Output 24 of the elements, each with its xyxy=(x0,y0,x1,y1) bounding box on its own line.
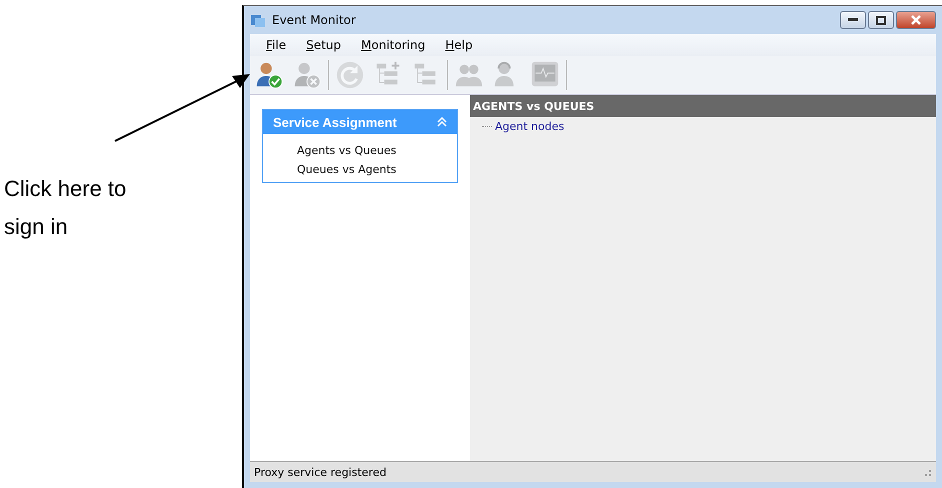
maximize-icon xyxy=(876,16,886,24)
close-button[interactable] xyxy=(896,11,936,29)
app-icon xyxy=(250,12,266,28)
user-check-icon xyxy=(254,60,284,90)
section-title: Service Assignment xyxy=(273,114,397,130)
nav-link[interactable]: Agents vs Queues xyxy=(297,144,457,157)
menu-item[interactable]: Setup xyxy=(298,38,350,52)
window-title: Event Monitor xyxy=(272,13,356,27)
tree-node[interactable]: Agent nodes xyxy=(495,120,564,132)
panel-header: AGENTS vs QUEUES xyxy=(470,95,936,117)
menu-item[interactable]: File xyxy=(258,38,294,52)
minimize-icon xyxy=(848,18,858,22)
nav-link[interactable]: Queues vs Agents xyxy=(297,163,457,176)
annotation-text: Click here to sign in xyxy=(4,175,128,241)
resize-grip-icon[interactable] xyxy=(922,467,932,477)
status-text: Proxy service registered xyxy=(254,466,386,478)
menu-item[interactable]: Monitoring xyxy=(353,38,434,52)
menu-item[interactable]: Help xyxy=(437,38,481,52)
close-icon xyxy=(911,15,921,25)
refresh-icon xyxy=(335,60,365,90)
maximize-button[interactable] xyxy=(868,11,894,29)
collapse-icon xyxy=(437,117,447,127)
minimize-button[interactable] xyxy=(840,11,866,29)
user-remove-icon xyxy=(292,60,322,90)
